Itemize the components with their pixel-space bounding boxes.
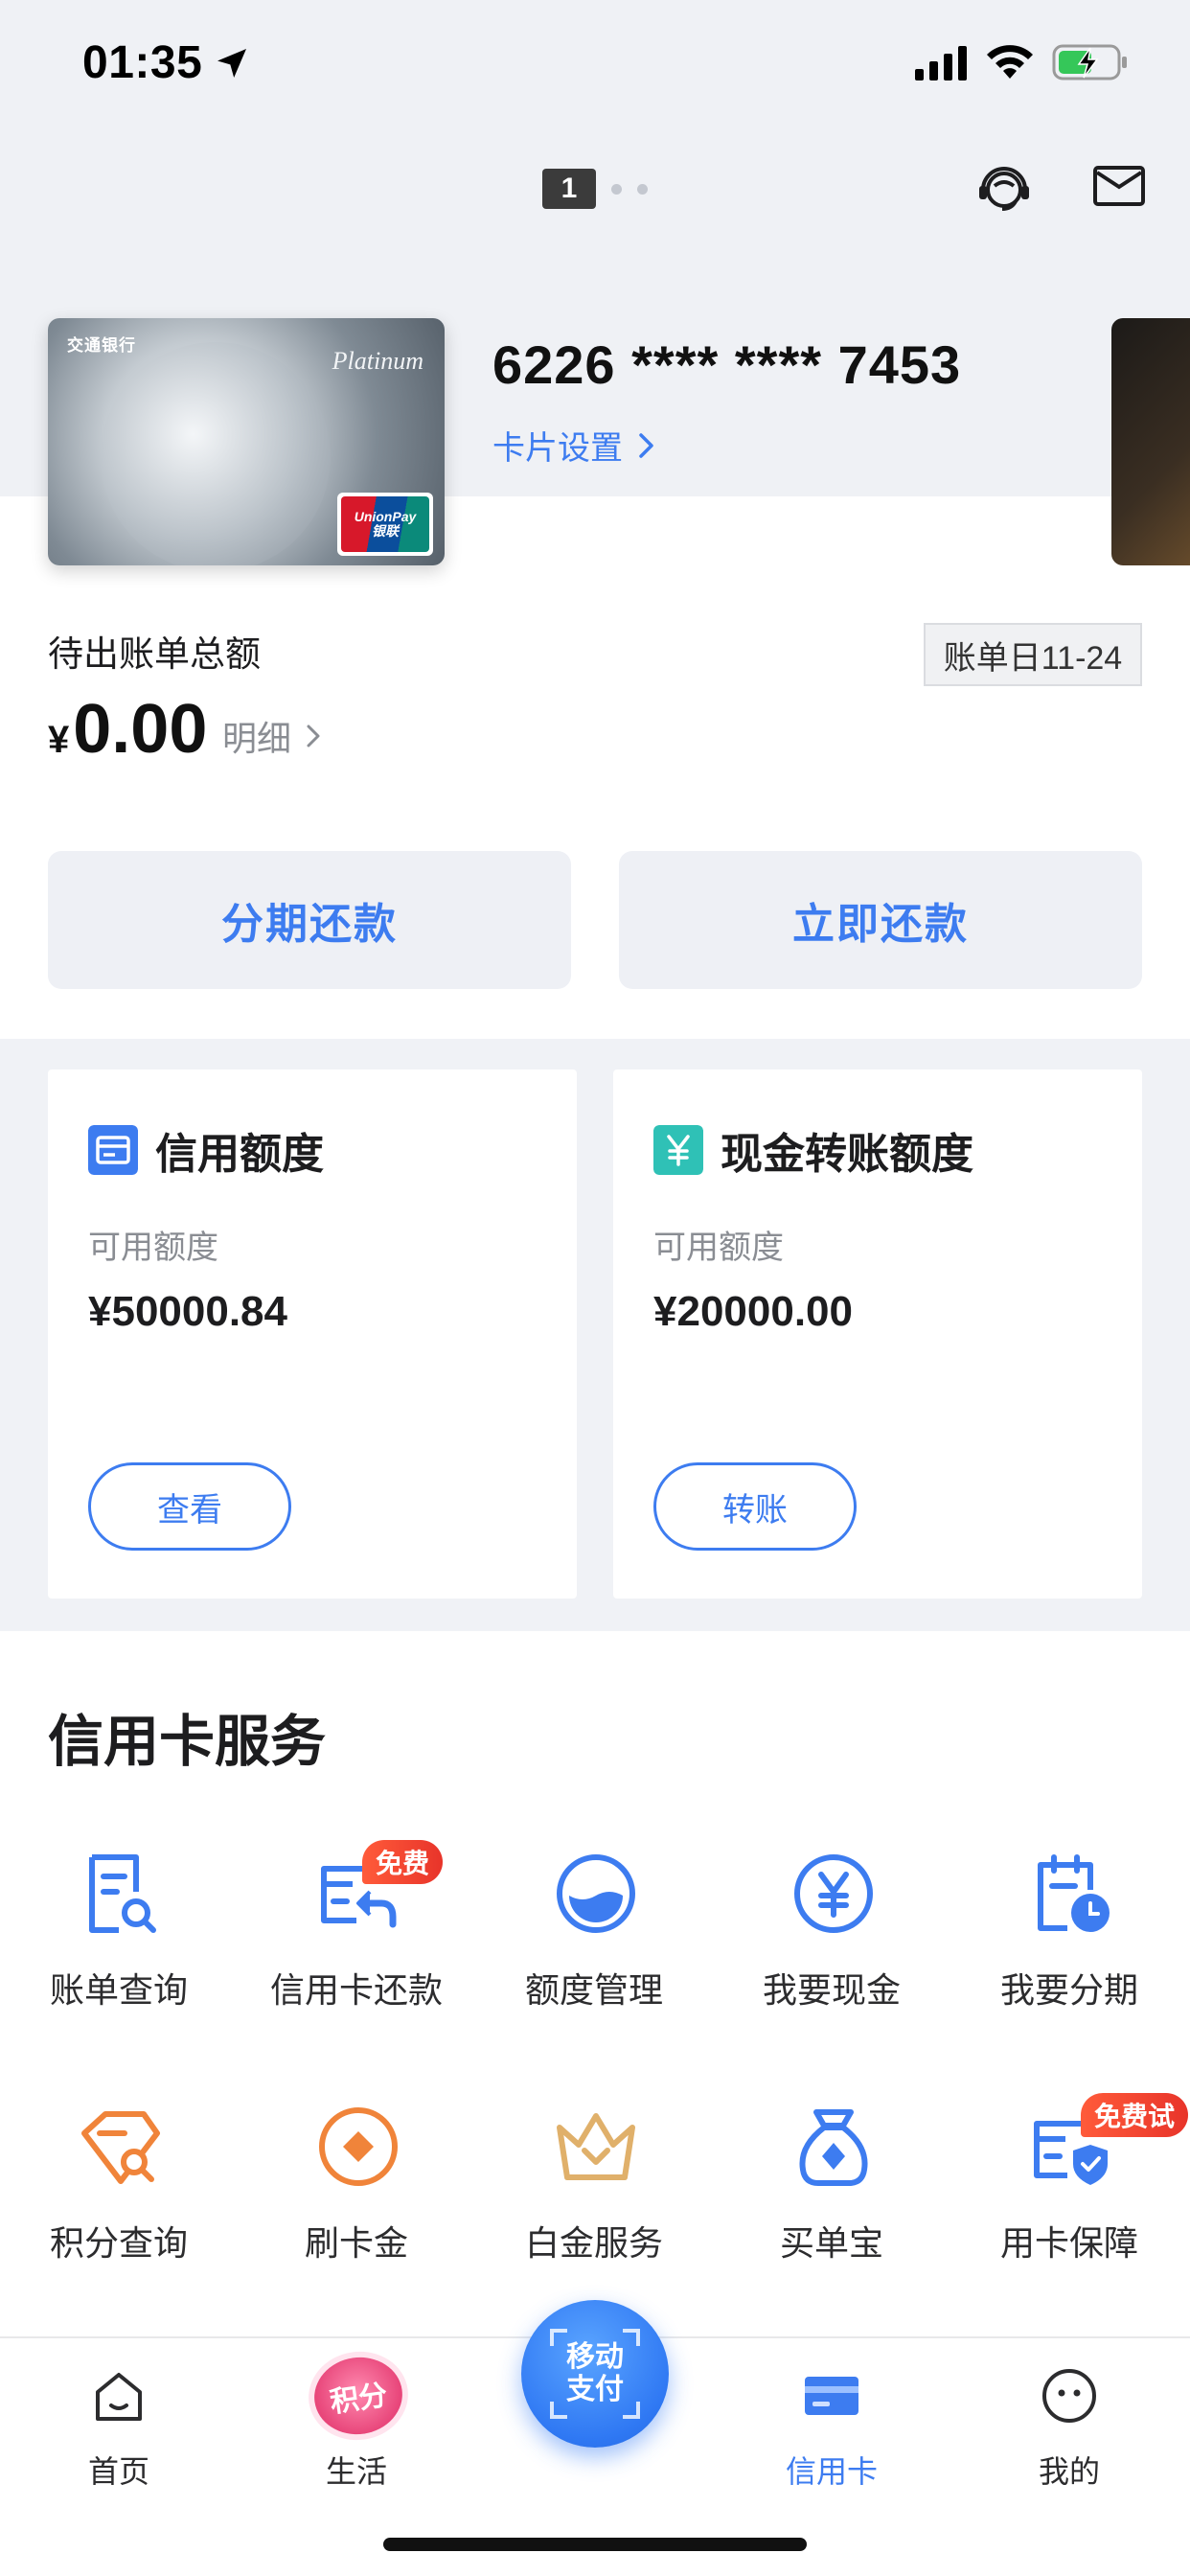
tab-mine[interactable]: 我的 [950, 2358, 1188, 2501]
currency-symbol: ¥ [48, 719, 70, 761]
amount-value: 0.00 [73, 691, 208, 768]
card-globe-graphic [101, 342, 331, 565]
installment-clock-icon [1038, 1854, 1110, 1932]
service-card-protection[interactable]: 免费试 用卡保障 [950, 2093, 1189, 2294]
quota-section: 信用额度 可用额度 ¥50000.84 查看 现金转账额度 可用额度 ¥2000… [0, 1039, 1190, 1631]
cash-limit-title: 现金转账额度 [721, 1131, 973, 1178]
cash-transfer-limit-card: 现金转账额度 可用额度 ¥20000.00 转账 [613, 1070, 1142, 1598]
wifi-icon [987, 45, 1033, 79]
available-limit-value: ¥50000.84 [88, 1288, 287, 1335]
service-limit-manage[interactable]: 额度管理 [475, 1850, 713, 2041]
pay-label-line1: 移动 [566, 2340, 624, 2373]
credit-limit-icon [88, 1125, 138, 1175]
bill-search-icon [89, 1854, 156, 1933]
pay-label-line2: 支付 [566, 2374, 624, 2405]
service-label: 买单宝 [779, 2223, 883, 2263]
services-title: 信用卡服务 [48, 1711, 327, 1773]
chevron-right-icon [639, 432, 653, 458]
points-search-icon [81, 2111, 160, 2184]
cellular-signal-icon [915, 46, 967, 80]
service-label: 信用卡还款 [269, 1970, 443, 2010]
credit-card-icon [805, 2377, 858, 2415]
tab-home[interactable]: 首页 [0, 2358, 238, 2501]
service-label: 我要分期 [999, 1970, 1138, 2010]
home-indicator [383, 2538, 807, 2551]
unionpay-text-cn: 银联 [372, 523, 399, 539]
mail-icon[interactable] [1092, 163, 1146, 209]
yuan-cash-icon [794, 1854, 873, 1933]
tab-label: 生活 [325, 2454, 387, 2489]
free-badge: 免费 [362, 1840, 444, 1884]
free-trial-badge: 免费试 [1081, 2093, 1189, 2137]
available-cash-value: ¥20000.00 [653, 1288, 853, 1335]
pending-bill-label: 待出账单总额 [48, 634, 261, 674]
card-settings-link[interactable]: 卡片设置 [492, 422, 657, 469]
available-cash-label: 可用额度 [653, 1230, 784, 1266]
card-page-indicator: 1 [542, 169, 648, 209]
home-icon [96, 2373, 142, 2421]
next-card-peek[interactable] [1111, 318, 1190, 565]
points-badge-icon: 积分 [309, 2351, 408, 2441]
card-tier: Platinum [332, 347, 423, 375]
service-label: 刷卡金 [304, 2223, 408, 2263]
credit-card-image[interactable]: 交通银行 Platinum UnionPay 银联 [48, 318, 445, 565]
headset-icon[interactable] [973, 157, 1035, 218]
page-dot [611, 183, 622, 195]
tab-label: 信用卡 [785, 2454, 878, 2489]
unionpay-text: UnionPay [354, 508, 417, 524]
battery-charging-icon [1052, 44, 1127, 80]
scan-corner [623, 2402, 640, 2419]
smiley-profile-icon [1042, 2369, 1096, 2423]
status-bar: 01:35 [0, 0, 1190, 125]
status-time: 01:35 [82, 37, 203, 88]
installment-repay-button[interactable]: 分期还款 [48, 851, 571, 989]
available-limit-label: 可用额度 [88, 1230, 218, 1266]
view-limit-button[interactable]: 查看 [88, 1462, 291, 1551]
card-number: 6226 **** **** 7453 [492, 334, 962, 395]
card-bonus-icon [319, 2107, 398, 2186]
page-dot [637, 183, 648, 195]
mobile-pay-button[interactable]: 移动 支付 [521, 2300, 669, 2448]
yuan-icon [653, 1125, 703, 1175]
tab-credit-card[interactable]: 信用卡 [713, 2358, 950, 2501]
detail-label: 明细 [222, 719, 292, 758]
scan-corner [623, 2329, 640, 2346]
crown-icon [557, 2113, 635, 2180]
tab-label: 首页 [87, 2454, 149, 2489]
service-cash[interactable]: 我要现金 [713, 1850, 950, 2041]
service-card-bonus[interactable]: 刷卡金 [238, 2103, 475, 2294]
bill-day-badge: 账单日11-24 [924, 623, 1142, 686]
repay-now-button[interactable]: 立即还款 [619, 851, 1142, 989]
tab-life[interactable]: 积分 生活 [238, 2351, 475, 2501]
service-card-repay[interactable]: 免费 信用卡还款 [238, 1840, 475, 2041]
location-arrow-icon [217, 49, 246, 78]
service-installment[interactable]: 我要分期 [950, 1850, 1188, 2041]
transfer-button[interactable]: 转账 [653, 1462, 857, 1551]
credit-limit-card: 信用额度 可用额度 ¥50000.84 查看 [48, 1070, 577, 1598]
card-settings-label: 卡片设置 [492, 430, 623, 467]
service-label: 我要现金 [762, 1970, 901, 2010]
service-label: 积分查询 [49, 2223, 188, 2263]
service-label: 额度管理 [524, 1970, 663, 2010]
service-label: 用卡保障 [999, 2223, 1138, 2263]
tab-label: 我的 [1038, 2454, 1100, 2489]
bill-detail-link[interactable]: 明细 [222, 711, 322, 761]
mobile-pay-label: 移动 支付 [557, 2341, 633, 2407]
credit-limit-title: 信用额度 [155, 1131, 324, 1178]
limit-gauge-icon [557, 1854, 635, 1933]
chevron-right-icon [307, 724, 320, 748]
pending-bill-amount: ¥ 0.00 [48, 690, 207, 769]
service-label: 账单查询 [49, 1970, 188, 2010]
service-platinum[interactable]: 白金服务 [475, 2103, 713, 2294]
money-bag-icon [799, 2109, 868, 2186]
current-page-number: 1 [542, 169, 596, 209]
service-points-search[interactable]: 积分查询 [0, 2103, 238, 2294]
unionpay-logo: UnionPay 银联 [337, 493, 433, 556]
service-pay-treasure[interactable]: 买单宝 [713, 2103, 950, 2294]
service-bill-search[interactable]: 账单查询 [0, 1850, 238, 2041]
scan-corner [550, 2329, 567, 2346]
service-label: 白金服务 [524, 2223, 663, 2263]
scan-corner [550, 2402, 567, 2419]
card-bank-name: 交通银行 [67, 336, 136, 355]
